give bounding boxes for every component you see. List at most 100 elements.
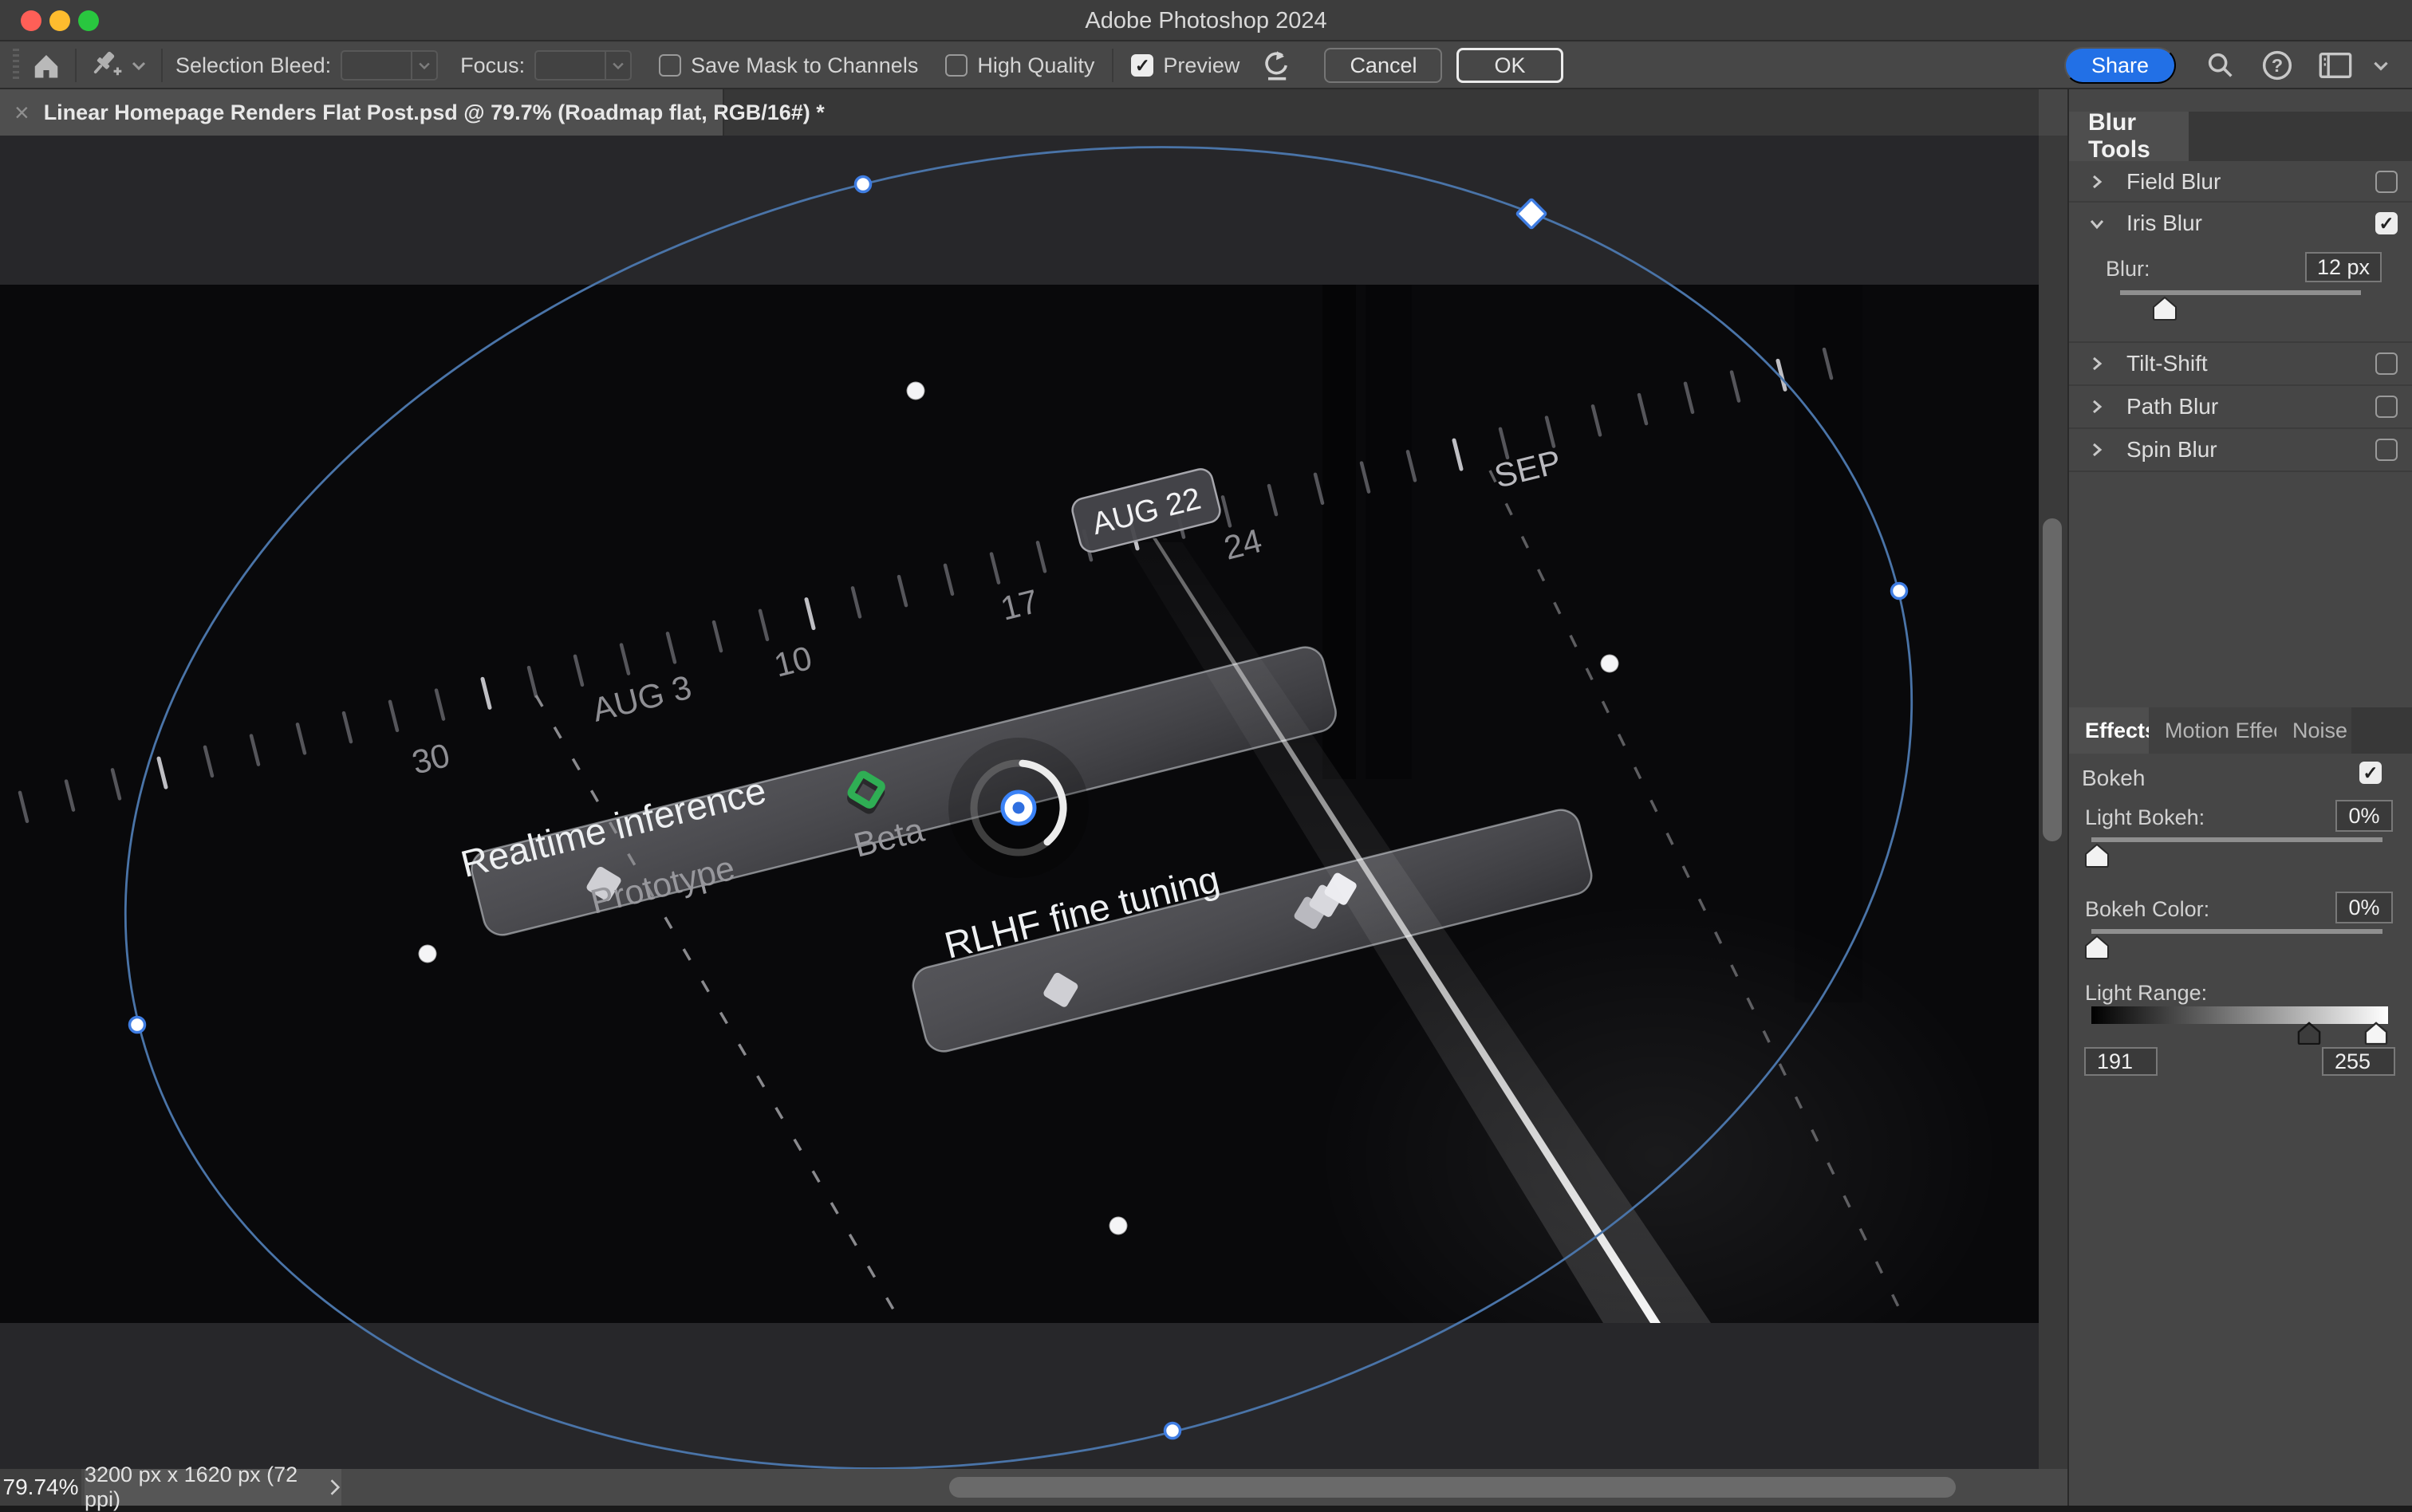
roundness-diamond-handle[interactable] — [1517, 199, 1547, 229]
blur-tool-row-spin-blur[interactable]: Spin Blur — [2069, 431, 2412, 469]
ok-button[interactable]: OK — [1456, 48, 1563, 83]
light-range-min-value[interactable]: 191 — [2084, 1047, 2158, 1076]
feather-handle-dot[interactable] — [1109, 1217, 1128, 1235]
cancel-button[interactable]: Cancel — [1324, 48, 1442, 83]
preview-checkbox[interactable]: ✓ — [1131, 54, 1153, 77]
chevron-down-icon[interactable] — [2088, 215, 2106, 232]
iris-blur-checkbox[interactable]: ✓ — [2375, 212, 2398, 234]
blur-amount-slider-thumb[interactable] — [2150, 295, 2179, 321]
ellipse-handle-dot[interactable] — [1165, 1423, 1180, 1439]
zoom-level-field[interactable]: 79.74% — [0, 1469, 81, 1506]
document-tab[interactable]: × Linear Homepage Renders Flat Post.psd … — [0, 89, 724, 136]
tab-effects[interactable]: Effects — [2069, 707, 2149, 754]
selection-bleed-dropdown[interactable] — [341, 50, 438, 81]
vertical-scrollbar[interactable] — [2039, 136, 2067, 1469]
background-band — [1795, 285, 1862, 1002]
feather-handle-dot[interactable] — [907, 382, 925, 400]
svg-text:?: ? — [2272, 55, 2283, 76]
document-tab-title: Linear Homepage Renders Flat Post.psd @ … — [44, 100, 825, 125]
light-bokeh-slider-track[interactable] — [2091, 837, 2382, 842]
reset-icon[interactable] — [1260, 48, 1292, 83]
save-mask-label: Save Mask to Channels — [691, 53, 918, 78]
photoshop-window: Adobe Photoshop 2024 Selection Bleed: — [0, 0, 2412, 1506]
separator — [161, 49, 163, 82]
home-icon[interactable] — [30, 48, 62, 83]
tab-motion-effects[interactable]: Motion Effects — [2149, 707, 2276, 754]
blur-tool-label: Spin Blur — [2126, 437, 2217, 463]
feather-handle-dot[interactable] — [1601, 655, 1619, 673]
light-bokeh-slider-thumb[interactable] — [2083, 842, 2111, 868]
options-bar: Selection Bleed: Focus: Save Mask to Cha… — [0, 43, 2412, 89]
high-quality-checkbox[interactable] — [945, 54, 968, 77]
bokeh-color-label: Bokeh Color: — [2085, 897, 2209, 922]
share-button[interactable]: Share — [2064, 47, 2176, 84]
macos-titlebar: Adobe Photoshop 2024 — [0, 0, 2412, 41]
vertical-scrollbar-thumb[interactable] — [2043, 518, 2062, 841]
light-range-gradient-bar[interactable] — [2091, 1006, 2388, 1024]
selection-bleed-value — [342, 52, 411, 79]
light-range-max-value[interactable]: 255 — [2322, 1047, 2395, 1076]
divider — [2069, 341, 2412, 343]
bokeh-color-value[interactable]: 0% — [2335, 892, 2393, 923]
light-range-min-thumb[interactable] — [2296, 1021, 2323, 1045]
horizontal-scrollbar-thumb[interactable] — [949, 1477, 1956, 1498]
chevron-down-icon — [411, 52, 436, 79]
bokeh-color-slider-thumb[interactable] — [2083, 934, 2111, 959]
light-bokeh-value[interactable]: 0% — [2335, 800, 2393, 832]
blur-tool-row-iris-blur[interactable]: Iris Blur ✓ — [2069, 204, 2412, 242]
save-mask-checkbox[interactable] — [659, 54, 681, 77]
search-icon[interactable] — [2205, 48, 2237, 83]
feather-handle-dot[interactable] — [419, 945, 437, 963]
ellipse-handle-dot[interactable] — [130, 1018, 145, 1033]
blur-gallery-panel: Blur Tools Field Blur Iris Blur ✓ Blur: … — [2067, 89, 2412, 1506]
ellipse-handle-dot[interactable] — [1892, 584, 1907, 599]
tab-blur-tools[interactable]: Blur Tools — [2069, 112, 2189, 161]
blur-tool-row-tilt-shift[interactable]: Tilt-Shift — [2069, 345, 2412, 383]
blur-tool-label: Tilt-Shift — [2126, 351, 2208, 376]
chevron-right-icon[interactable] — [2088, 398, 2106, 415]
spin-blur-checkbox[interactable] — [2375, 439, 2398, 461]
focus-value — [536, 52, 605, 79]
chevron-right-icon[interactable] — [2088, 355, 2106, 372]
blur-tool-row-field-blur[interactable]: Field Blur — [2069, 163, 2412, 201]
chevron-down-icon[interactable] — [2371, 48, 2391, 83]
bokeh-checkbox[interactable]: ✓ — [2359, 762, 2382, 784]
toolbar-grip-handle[interactable] — [13, 49, 19, 82]
blur-pin[interactable] — [948, 738, 1089, 878]
separator — [75, 49, 77, 82]
background-band — [1366, 285, 1412, 779]
ellipse-handle-dot[interactable] — [856, 177, 871, 192]
divider — [2069, 384, 2412, 386]
blur-tool-label: Path Blur — [2126, 394, 2218, 419]
light-bokeh-label: Light Bokeh: — [2085, 805, 2205, 830]
high-quality-label: High Quality — [977, 53, 1094, 78]
selection-bleed-label: Selection Bleed: — [175, 53, 331, 78]
help-icon[interactable]: ? — [2260, 48, 2294, 83]
blur-tool-label: Iris Blur — [2126, 211, 2202, 236]
chevron-down-icon[interactable] — [129, 48, 148, 83]
light-range-max-thumb[interactable] — [2363, 1021, 2390, 1045]
app-title: Adobe Photoshop 2024 — [0, 8, 2412, 34]
chevron-down-icon — [605, 52, 630, 79]
path-blur-checkbox[interactable] — [2375, 396, 2398, 418]
pin-tool-icon[interactable] — [89, 48, 124, 83]
chevron-right-icon[interactable] — [2088, 173, 2106, 191]
workspace-icon[interactable] — [2318, 48, 2353, 83]
bokeh-color-slider-track[interactable] — [2091, 929, 2382, 934]
field-blur-checkbox[interactable] — [2375, 171, 2398, 193]
chevron-right-icon[interactable] — [2088, 441, 2106, 459]
canvas[interactable]: 30 AUG 3 10 17 24 SEP Realtime inference — [0, 136, 2039, 1469]
document-info-field[interactable]: 3200 px x 1620 px (72 ppi) — [85, 1469, 341, 1506]
chevron-right-icon — [329, 1476, 341, 1498]
blur-amount-label: Blur: — [2106, 257, 2150, 282]
divider — [2069, 427, 2412, 429]
focus-dropdown[interactable] — [534, 50, 632, 81]
tilt-shift-checkbox[interactable] — [2375, 352, 2398, 375]
close-tab-icon[interactable]: × — [14, 98, 30, 128]
blur-amount-value[interactable]: 12 px — [2305, 252, 2382, 282]
document-info-text: 3200 px x 1620 px (72 ppi) — [85, 1463, 308, 1512]
document-tab-bar: × Linear Homepage Renders Flat Post.psd … — [0, 89, 2039, 136]
tab-noise[interactable]: Noise — [2276, 707, 2351, 754]
divider — [2069, 471, 2412, 472]
blur-tool-row-path-blur[interactable]: Path Blur — [2069, 388, 2412, 426]
